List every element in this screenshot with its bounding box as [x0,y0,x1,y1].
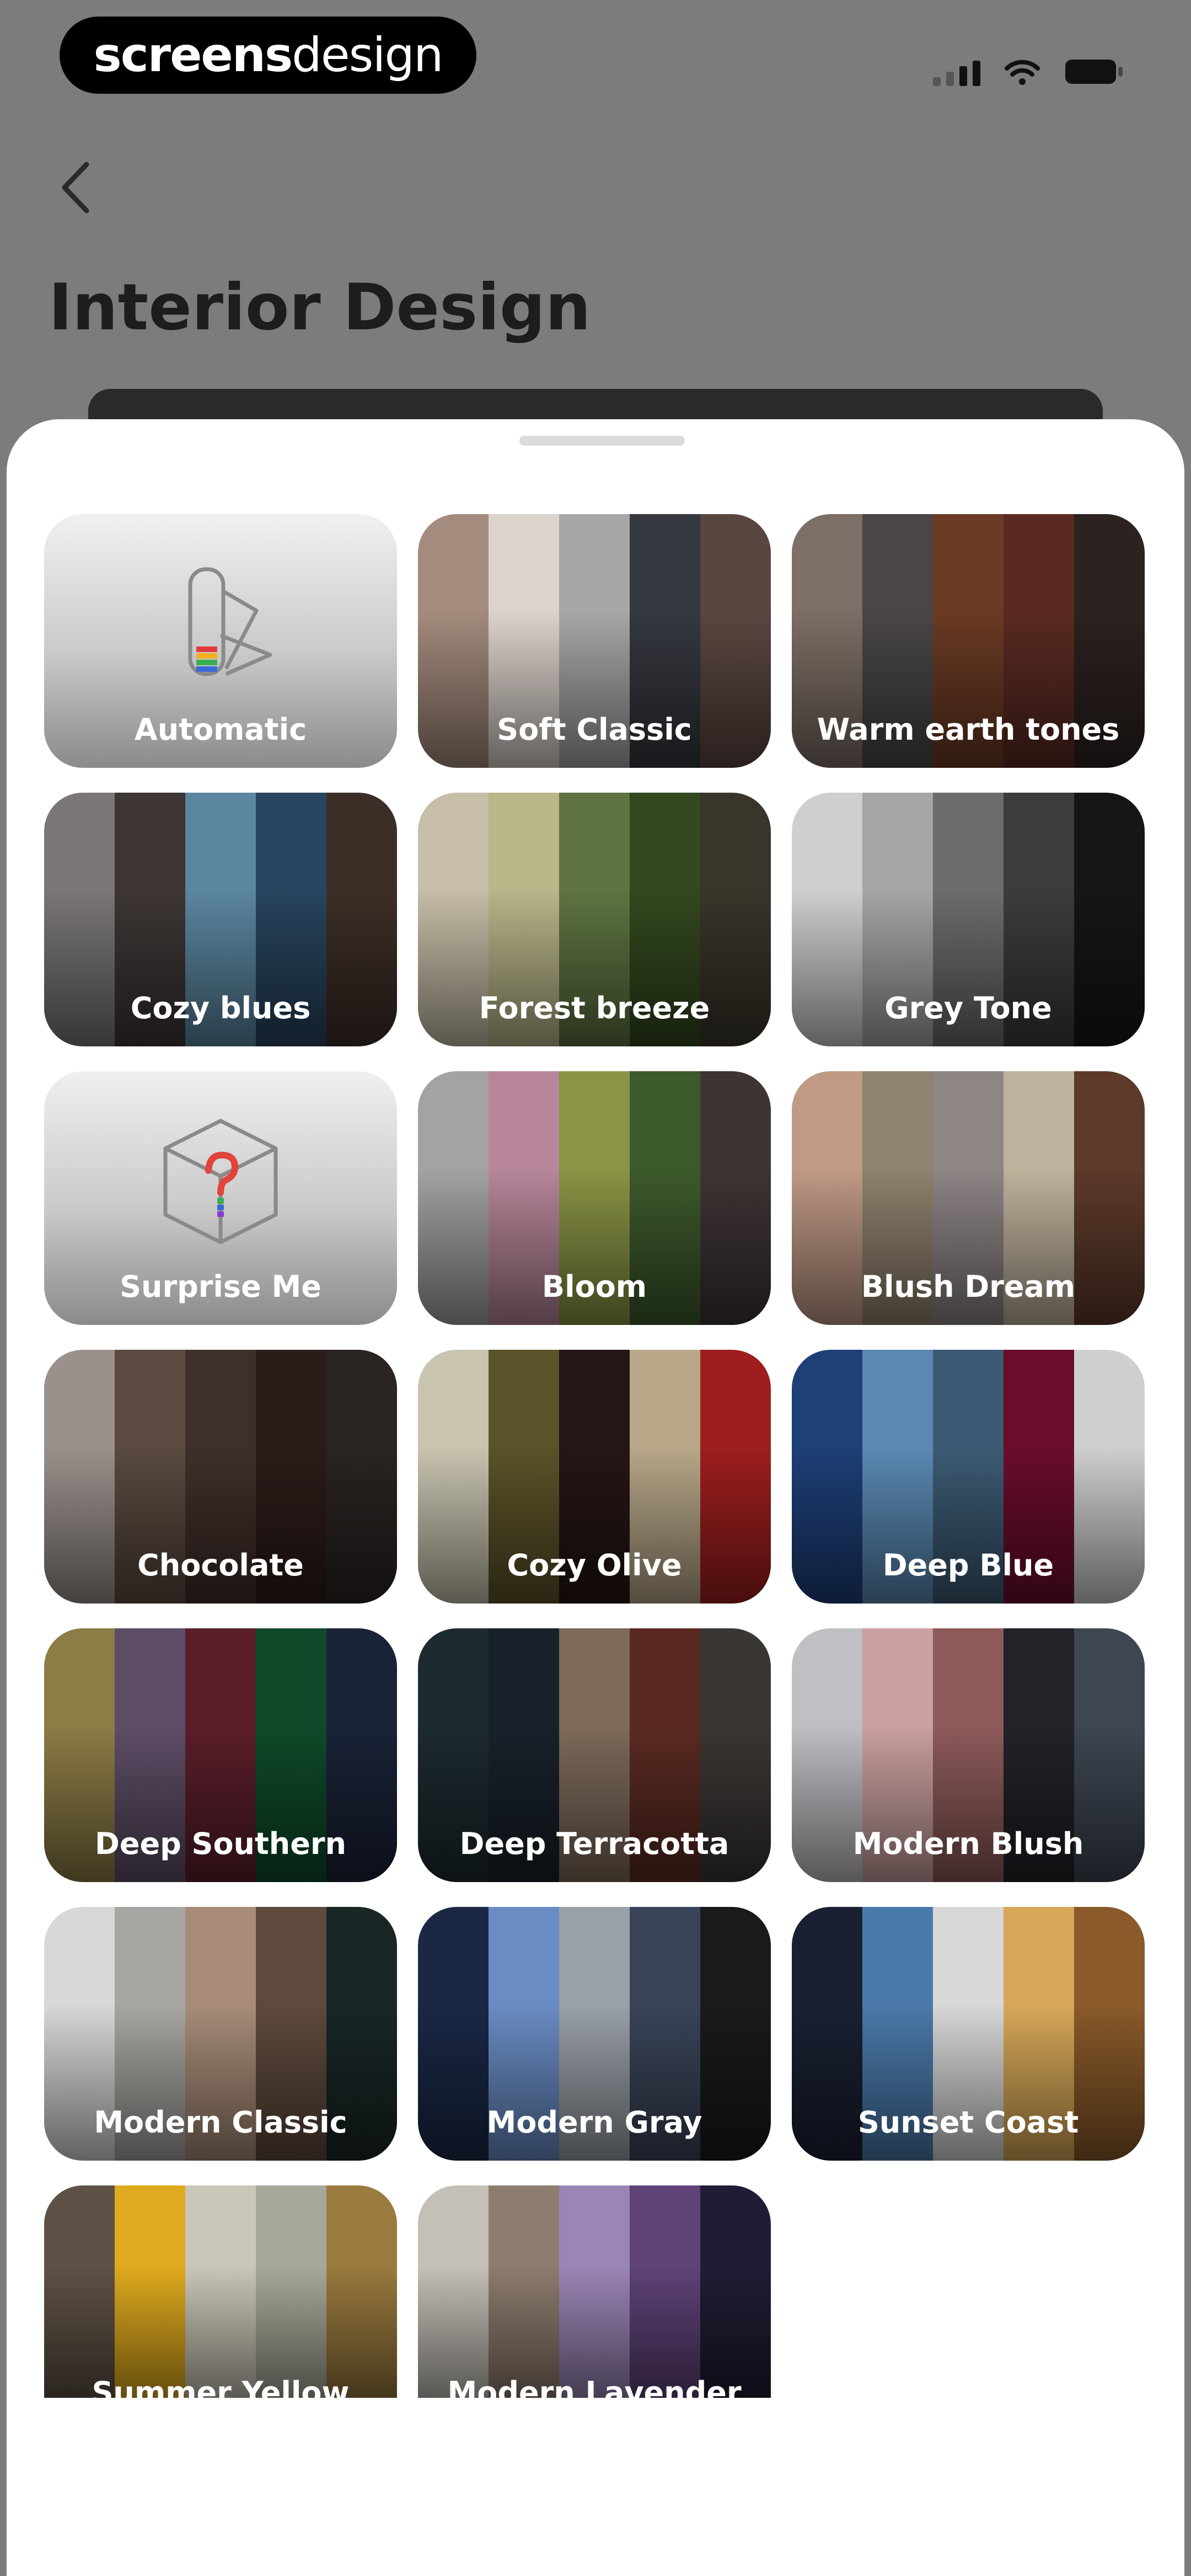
palette-label: Deep Blue [882,1548,1054,1583]
palette-tile-modern-gray[interactable]: Modern Gray [418,1907,771,2161]
color-swatch [185,2185,256,2398]
palette-label: Summer Yellow [92,2375,350,2398]
color-swatch [44,2185,115,2398]
palette-label: Forest breeze [479,991,710,1025]
status-bar: screens design [0,0,1191,110]
palette-label: Warm earth tones [817,712,1120,747]
palette-label: Soft Classic [497,712,692,747]
page-title: Interior Design [49,270,591,345]
palette-label: Chocolate [137,1548,304,1583]
palette-tile-grey-tone[interactable]: Grey Tone [792,793,1145,1046]
palette-tile-cozy-olive[interactable]: Cozy Olive [418,1350,771,1604]
palette-label: Deep Southern [95,1826,346,1861]
palette-label: Grey Tone [884,991,1052,1025]
color-swatch [700,2185,771,2398]
palette-label: Automatic [134,712,307,747]
back-button[interactable] [52,154,102,221]
palette-tile-cozy-blues[interactable]: Cozy blues [44,793,397,1046]
color-swatch [256,2185,326,2398]
battery-icon [1065,60,1123,84]
palette-tile-warm-earth-tones[interactable]: Warm earth tones [792,514,1145,768]
color-swatch [418,2185,489,2398]
palette-tile-modern-classic[interactable]: Modern Classic [44,1907,397,2161]
palette-tile-bloom[interactable]: Bloom [418,1071,771,1325]
palette-tile-summer-yellow[interactable]: Summer Yellow [44,2185,397,2398]
color-swatch [115,2185,185,2398]
palette-tile-deep-terracotta[interactable]: Deep Terracotta [418,1628,771,1882]
sheet-footer [7,2411,1184,2576]
palette-label: Surprise Me [120,1269,321,1304]
palette-label: Modern Classic [94,2105,347,2140]
palette-tile-forest-breeze[interactable]: Forest breeze [418,793,771,1046]
palette-label: Cozy blues [130,991,311,1025]
palette-label: Cozy Olive [507,1548,682,1583]
palette-tile-deep-blue[interactable]: Deep Blue [792,1350,1145,1604]
palette-tile-soft-classic[interactable]: Soft Classic [418,514,771,768]
brand-text-bold: screens [93,28,293,83]
palette-tile-modern-lavender[interactable]: Modern Lavender [418,2185,771,2398]
palette-swatch-icon [138,558,303,691]
chevron-left-icon [62,162,89,213]
palette-label: Modern Lavender [447,2375,742,2398]
question-cube-icon [138,1115,303,1248]
palette-tile-modern-blush[interactable]: Modern Blush [792,1628,1145,1882]
palette-tile-deep-southern[interactable]: Deep Southern [44,1628,397,1882]
palette-tile-chocolate[interactable]: Chocolate [44,1350,397,1604]
wifi-icon [1005,60,1040,85]
color-swatch [630,2185,700,2398]
palette-label: Sunset Coast [857,2105,1079,2140]
palette-tile-blush-dream[interactable]: Blush Dream [792,1071,1145,1325]
palette-label: Modern Blush [852,1826,1084,1861]
status-icons [933,53,1125,86]
color-swatch [559,2185,630,2398]
palette-label: Blush Dream [861,1269,1076,1304]
color-swatch [489,2185,559,2398]
sheet-grabber[interactable] [519,436,685,446]
palette-label: Modern Gray [486,2105,702,2140]
color-swatch [326,2185,397,2398]
brand-logo: screens design [60,17,476,94]
palette-label: Deep Terracotta [459,1826,729,1861]
palette-tile-automatic[interactable]: Automatic [44,514,397,768]
palette-tile-sunset-coast[interactable]: Sunset Coast [792,1907,1145,2161]
cellular-signal-icon [933,58,980,86]
palette-tile-surprise-me[interactable]: Surprise Me [44,1071,397,1325]
brand-text-light: design [292,28,443,83]
palette-bottom-sheet: Automatic Soft Classic Warm earth tones Coz… [7,419,1184,2576]
palette-label: Bloom [541,1269,647,1304]
palette-grid: Automatic Soft Classic Warm earth tones Coz… [44,514,1145,2398]
